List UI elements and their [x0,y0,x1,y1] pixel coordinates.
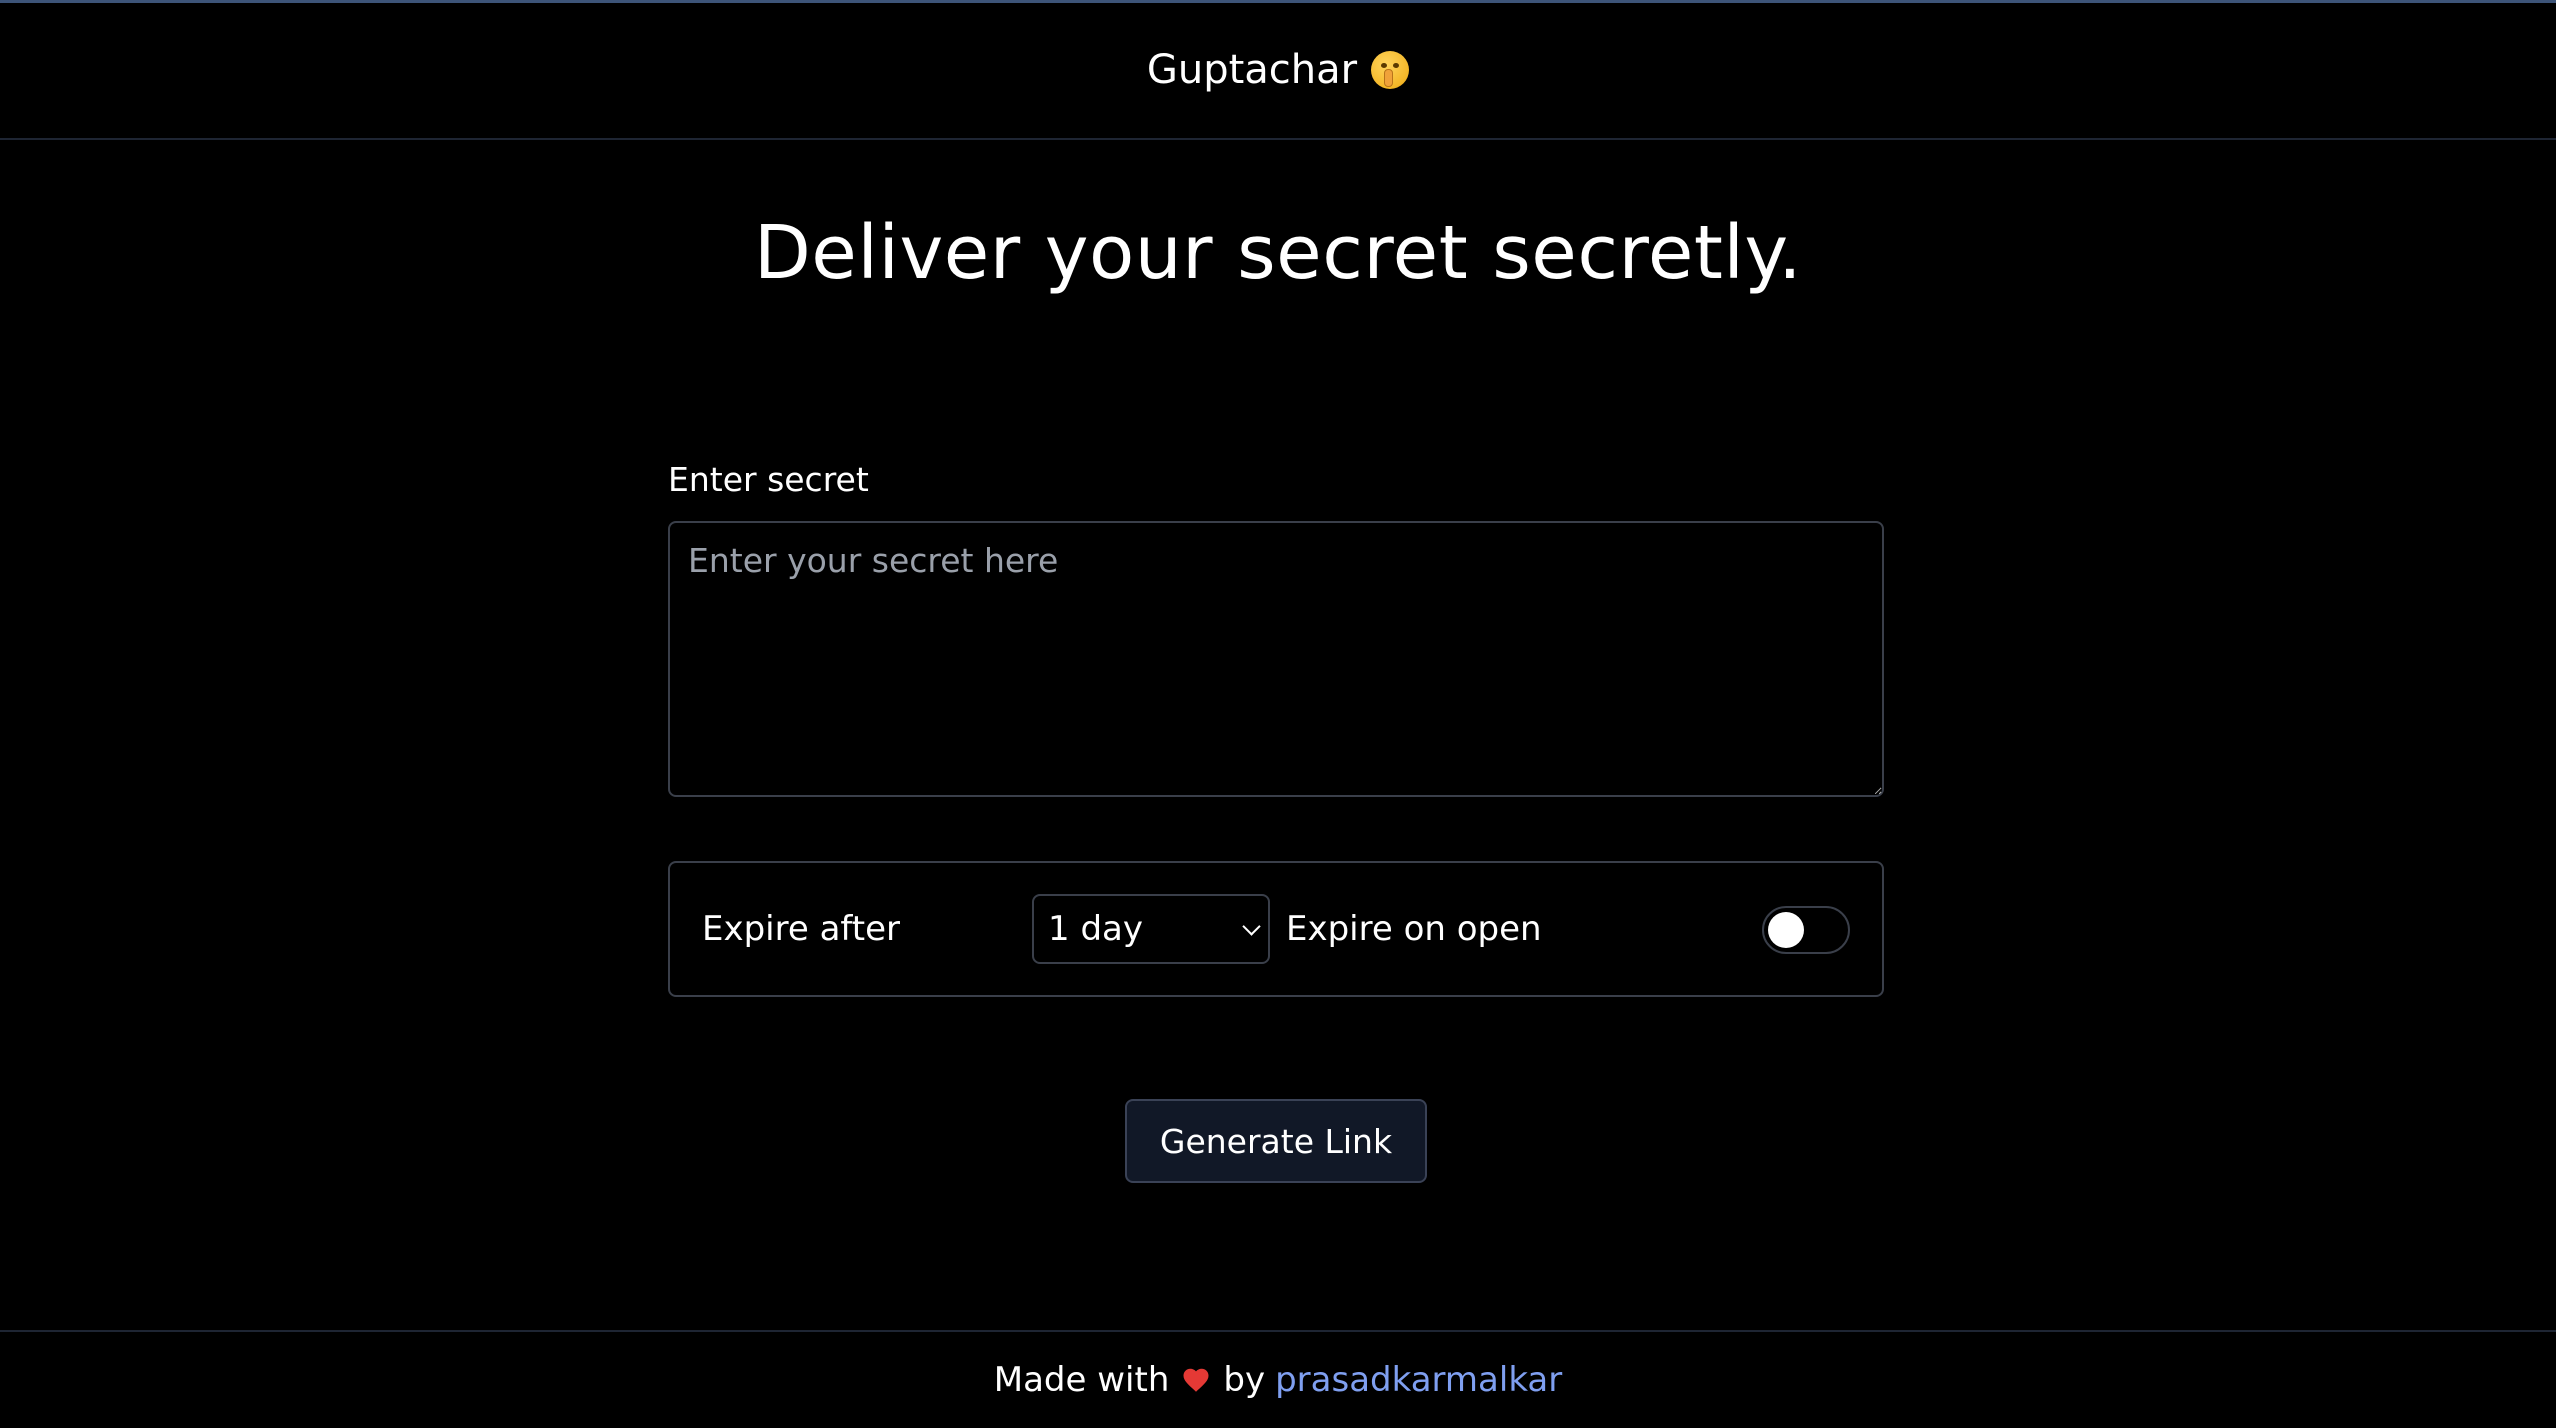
footer-made-with: Made with [993,1360,1170,1400]
footer-by: by [1223,1360,1266,1400]
brand-title: Guptachar [1146,46,1358,93]
expire-after-value: 1 day [1048,909,1143,949]
page: Guptachar Deliver your secret secretly. … [0,0,2556,1428]
expire-on-open-label: Expire on open [1286,909,1542,949]
shushing-face-icon [1371,50,1410,89]
secret-textarea[interactable] [668,521,1884,797]
secret-form: Enter secret Expire after 1 day Expire o… [668,460,1884,997]
expire-on-open-toggle[interactable] [1762,906,1850,954]
footer: Made with by prasadkarmalkar [0,1330,2556,1428]
author-link[interactable]: prasadkarmalkar [1275,1360,1562,1400]
toggle-knob [1768,912,1804,948]
secret-label: Enter secret [668,460,869,499]
brand[interactable]: Guptachar [1146,46,1410,93]
chevron-down-icon [1242,917,1261,936]
options-panel: Expire after 1 day Expire on open [668,861,1884,997]
generate-link-button[interactable]: Generate Link [1125,1099,1427,1183]
header: Guptachar [0,3,2556,140]
expire-after-select[interactable]: 1 day [1032,894,1270,964]
expire-after-label: Expire after [702,909,901,949]
page-title: Deliver your secret secretly. [753,210,1803,296]
heart-icon [1181,1365,1211,1395]
